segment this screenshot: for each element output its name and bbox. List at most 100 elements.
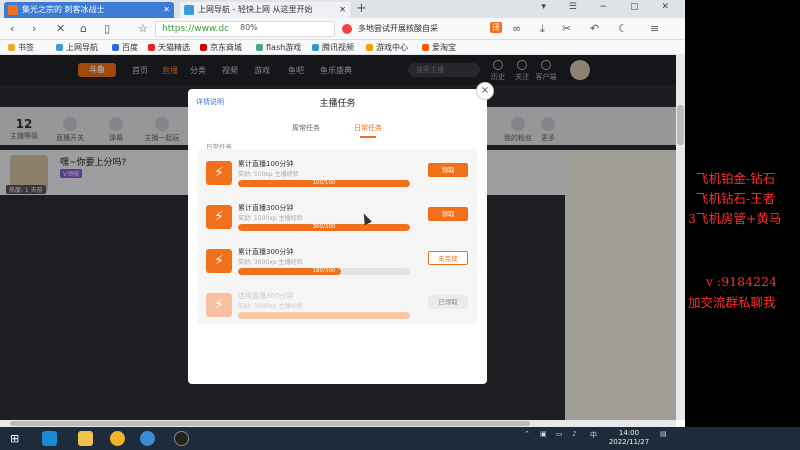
incomplete-button[interactable]: 未完成 xyxy=(428,251,468,265)
reader-icon[interactable]: ▯ xyxy=(104,22,110,35)
task-name: 连续直播300分钟 xyxy=(238,292,294,300)
task-name: 累计直播300分钟 xyxy=(238,204,294,212)
promo-line: 加交流群私聊我 xyxy=(688,295,776,310)
task-name: 累计直播100分钟 xyxy=(238,160,294,168)
download-icon[interactable]: ⤓ xyxy=(540,22,545,36)
back-icon[interactable]: ‹ xyxy=(10,22,14,35)
task-progress-text: 180/300 xyxy=(312,268,336,274)
bookmark-item[interactable]: 京东商城 xyxy=(200,42,242,53)
tab-close-icon[interactable]: ✕ xyxy=(339,2,346,18)
browser-window: 集光之宗的 刺客冰战士 ✕ 上网导航 - 轻快上网 从这里开始 ✕ + ▾ ☰ … xyxy=(0,0,685,427)
tab-close-icon[interactable]: ✕ xyxy=(163,2,170,18)
bookmark-item[interactable]: flash游戏 xyxy=(256,42,301,53)
promo-line: v :9184224 xyxy=(706,274,777,289)
new-tab-icon[interactable]: + xyxy=(356,1,367,16)
task-reward: 奖励: 1500xp 主播经验 xyxy=(238,215,303,222)
claim-button[interactable]: 领取 xyxy=(428,163,468,177)
tab-favicon xyxy=(8,5,18,15)
search-hint-text: 多地尝试开展核酸自采 xyxy=(358,24,438,33)
edge-icon[interactable] xyxy=(42,431,57,446)
tab-favicon xyxy=(184,5,194,15)
task-reward: 奖励: 500xp 主播经验 xyxy=(238,171,299,178)
bookmark-item[interactable]: 上网导航 xyxy=(56,42,98,53)
browser-toolbar: ‹ › ✕ ⌂ ▯ ☆ https://www.dc 80% 多地尝试开展核酸自… xyxy=(0,18,685,40)
clock[interactable]: 14:00 2022/11/27 xyxy=(604,429,654,447)
task-reward: 奖励: 5000xp 主播经验 xyxy=(238,303,303,310)
lightning-icon: ⚡ xyxy=(206,205,232,229)
obs-icon[interactable] xyxy=(174,431,189,446)
clock-date: 2022/11/27 xyxy=(608,438,650,446)
task-progress-text xyxy=(238,312,410,319)
bookmarks-bar: 书签 上网导航 百度 天猫精选 京东商城 flash游戏 腾讯视频 游戏中心 爱… xyxy=(0,40,685,55)
tab-title: 集光之宗的 刺客冰战士 xyxy=(22,5,105,14)
tray-app-icon[interactable]: ▣ xyxy=(540,430,547,438)
favorite-star-icon[interactable]: ☆ xyxy=(138,22,148,35)
home-icon[interactable]: ⌂ xyxy=(80,22,87,35)
search-engine-icon xyxy=(342,24,352,34)
bookmark-item[interactable]: 腾讯视频 xyxy=(312,42,354,53)
horizontal-scrollbar[interactable] xyxy=(0,420,676,427)
modal-title: 主播任务 xyxy=(319,99,356,109)
close-icon[interactable]: × xyxy=(476,82,494,100)
taskbar: ⊞ ⌃ ▣ ▭ ♪ 中 14:00 2022/11/27 ▤ xyxy=(0,427,800,450)
task-name: 累计直播300分钟 xyxy=(238,248,294,256)
bookmark-item[interactable]: 天猫精选 xyxy=(148,42,190,53)
promo-line: 飞机钻石-王者 xyxy=(696,191,776,206)
task-modal: 详情说明 主播任务 周常任务 日常任务 日常任务 ⚡ 累计直播100分钟 奖励:… xyxy=(188,89,487,384)
forward-icon[interactable]: › xyxy=(32,22,36,35)
tab-weekly[interactable]: 周常任务 xyxy=(292,123,320,133)
screenshot-icon[interactable]: ✂ xyxy=(562,22,571,35)
file-explorer-icon[interactable] xyxy=(78,431,93,446)
lightning-icon: ⚡ xyxy=(206,161,232,185)
task-row: ⚡ 累计直播300分钟 奖励: 3000xp 主播经验 180/300 未完成 xyxy=(198,241,477,281)
stop-icon[interactable]: ✕ xyxy=(56,22,65,35)
translate-icon[interactable]: 译 xyxy=(490,22,502,33)
tab-active[interactable]: 集光之宗的 刺客冰战士 ✕ xyxy=(4,2,174,18)
address-text: https://www.dc xyxy=(162,24,230,34)
night-mode-icon[interactable]: ☾ xyxy=(618,22,628,35)
claimed-button: 已领取 xyxy=(428,295,468,309)
browser-icon[interactable] xyxy=(140,431,155,446)
task-progress-text: 100/100 xyxy=(312,180,336,186)
task-progress-bar: 180/300 xyxy=(238,268,410,275)
tab-daily[interactable]: 日常任务 xyxy=(354,123,382,138)
scroll-thumb[interactable] xyxy=(677,105,684,145)
windows-start-icon[interactable]: ⊞ xyxy=(10,432,19,445)
tab-bar: 集光之宗的 刺客冰战士 ✕ 上网导航 - 轻快上网 从这里开始 ✕ + ▾ ☰ … xyxy=(0,0,685,18)
tab-inactive[interactable]: 上网导航 - 轻快上网 从这里开始 ✕ xyxy=(180,2,350,18)
window-controls[interactable]: ▾ ☰ − ▢ ✕ xyxy=(541,2,679,12)
task-progress-bar: 300/300 xyxy=(238,224,410,231)
ime-indicator[interactable]: 中 xyxy=(590,430,597,440)
task-progress-bar: 100/100 xyxy=(238,180,410,187)
task-reward: 奖励: 3000xp 主播经验 xyxy=(238,259,303,266)
promo-line: 3飞机房管+黄马 xyxy=(688,211,782,226)
clock-time: 14:00 xyxy=(618,429,640,437)
zoom-level[interactable]: 80% xyxy=(240,23,258,32)
tray-chevron-icon[interactable]: ⌃ xyxy=(524,430,530,438)
tab-title: 上网导航 - 轻快上网 从这里开始 xyxy=(198,5,313,14)
promo-line: 飞机铂金-钻石 xyxy=(696,171,776,186)
app-icon[interactable] xyxy=(110,431,125,446)
bookmark-item[interactable]: 游戏中心 xyxy=(366,42,408,53)
scroll-thumb[interactable] xyxy=(10,421,530,426)
lightning-icon: ⚡ xyxy=(206,249,232,273)
network-icon[interactable]: ▭ xyxy=(556,430,563,438)
search-hint[interactable]: 多地尝试开展核酸自采 xyxy=(340,21,470,37)
task-row: ⚡ 累计直播300分钟 奖励: 1500xp 主播经验 300/300 领取 xyxy=(198,197,477,237)
bookmark-item[interactable]: 爱淘宝 xyxy=(422,42,456,53)
task-progress-text: 300/300 xyxy=(312,224,336,230)
bookmark-item[interactable]: 书签 xyxy=(8,42,34,53)
vertical-scrollbar[interactable] xyxy=(676,55,685,420)
volume-icon[interactable]: ♪ xyxy=(572,430,576,438)
modal-tabs: 周常任务 日常任务 xyxy=(188,123,487,138)
task-progress-bar xyxy=(238,312,410,319)
undo-icon[interactable]: ↶ xyxy=(590,22,599,35)
task-row: ⚡ 累计直播100分钟 奖励: 500xp 主播经验 100/100 领取 xyxy=(198,153,477,193)
claim-button[interactable]: 领取 xyxy=(428,207,468,221)
desktop: 集光之宗的 刺客冰战士 ✕ 上网导航 - 轻快上网 从这里开始 ✕ + ▾ ☰ … xyxy=(0,0,800,450)
task-row: ⚡ 连续直播300分钟 奖励: 5000xp 主播经验 已领取 xyxy=(198,285,477,325)
menu-icon[interactable]: ≡ xyxy=(650,22,659,35)
extension-icon[interactable]: ∞ xyxy=(512,22,521,35)
notification-icon[interactable]: ▤ xyxy=(660,430,667,438)
bookmark-item[interactable]: 百度 xyxy=(112,42,138,53)
